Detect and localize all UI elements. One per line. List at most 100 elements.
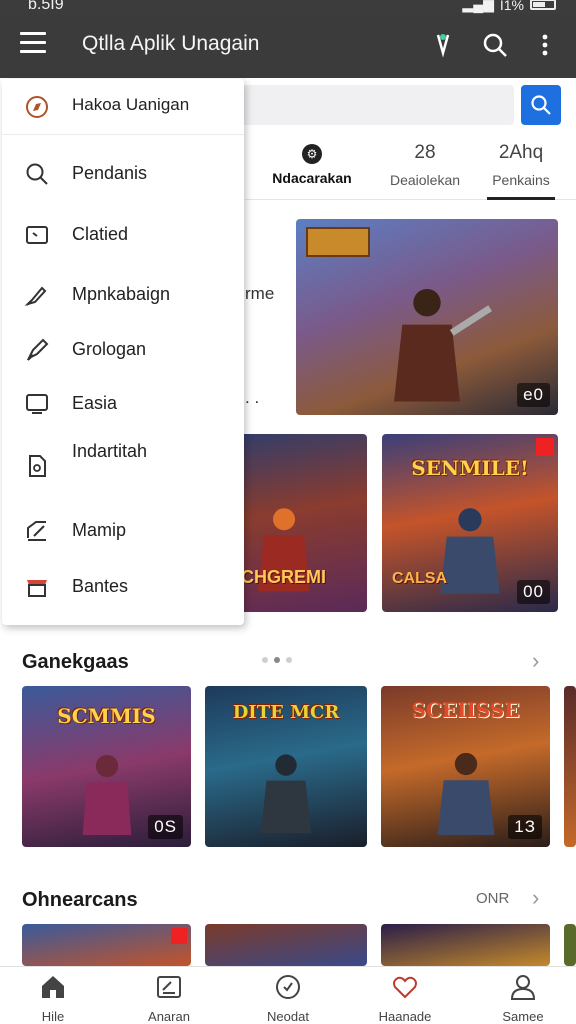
nav-drawer: Hakoa Uanigan Pendanis Clatied Mpnkabaig…: [2, 79, 244, 625]
tab-label: Ndacarakan: [272, 170, 352, 186]
game-logo-icon: [306, 227, 370, 257]
tab-count: 2Ahq: [498, 142, 544, 163]
game-card[interactable]: SCMMIS 0S: [22, 686, 191, 847]
app-title: Qtlla Aplik Unagain: [82, 32, 260, 55]
nav-item-neodat[interactable]: Neodat: [240, 973, 336, 1024]
nav-item-haanade[interactable]: Haanade: [357, 973, 453, 1024]
compass-icon: [26, 96, 48, 118]
signal-icon: ▂▄▆: [462, 0, 494, 12]
drawer-header-label: Hakoa Uanigan: [72, 95, 190, 114]
drawer-item-bantes[interactable]: Bantes: [2, 564, 244, 608]
tab-label: Penkains: [492, 172, 550, 188]
drawer-item-label: Indartitah: [72, 441, 148, 461]
tab-ndacarakan[interactable]: ⚙ Ndacarakan: [259, 134, 365, 200]
nav-label: Neodat: [267, 1009, 309, 1024]
game-artwork: SCMMIS 0S: [22, 686, 191, 847]
drawer-item-label: Grologan: [72, 339, 147, 359]
drawer-item-mpnkabaign[interactable]: Mpnkabaign: [2, 272, 244, 316]
hero-figure-icon: [440, 508, 500, 595]
bookmark-icon: [536, 438, 554, 456]
edit-icon: [27, 521, 46, 541]
game-artwork: e0: [296, 219, 558, 415]
brush-icon: [24, 286, 47, 307]
monitor-icon: [26, 394, 48, 414]
drawer-item-pendanis[interactable]: Pendanis: [2, 151, 244, 195]
home-icon: [42, 976, 64, 998]
pen-icon: [26, 338, 49, 361]
dot-active: [274, 657, 280, 663]
tab-label: Deaiolekan: [389, 172, 461, 188]
card-count: e0: [517, 383, 550, 407]
hero-figure-icon: [437, 753, 494, 836]
nav-item-anaran[interactable]: Anaran: [121, 973, 217, 1024]
drawer-item-clatied[interactable]: Clatied: [2, 212, 244, 256]
tab-bar: ⚙ Ndacarakan 28 Deaiolekan 2Ahq Penkains: [245, 134, 576, 200]
tab-penkains[interactable]: 2Ahq Penkains: [487, 134, 555, 200]
note-icon: [157, 976, 181, 998]
drawer-item-easia[interactable]: Easia: [2, 381, 244, 425]
dot: [286, 657, 292, 663]
menu-icon[interactable]: [20, 32, 46, 54]
bookmark-icon: [171, 928, 187, 944]
game-card-peek[interactable]: [564, 924, 576, 966]
game-card[interactable]: [205, 924, 367, 966]
drawer-item-mamip[interactable]: Mamip: [2, 508, 244, 552]
card-count: 00: [517, 580, 550, 604]
game-card-peek[interactable]: [564, 686, 576, 847]
drawer-item-label: Easia: [72, 393, 118, 413]
card-banner: SENMILE!: [411, 456, 529, 480]
carousel-dots: [262, 657, 292, 663]
bottom-nav: Hile Anaran Neodat Haanade Samee: [0, 966, 576, 1024]
game-card[interactable]: [381, 924, 550, 966]
search-button[interactable]: [521, 85, 561, 125]
tab-badge-icon: ⚙: [302, 144, 322, 164]
drawer-item-label: Mamip: [72, 520, 127, 540]
more-link[interactable]: ONR: [476, 890, 509, 907]
profile-icon: [510, 975, 536, 1000]
drawer-item-label: Clatied: [72, 224, 129, 244]
nav-item-home[interactable]: Hile: [5, 973, 101, 1024]
search-icon[interactable]: [478, 28, 512, 62]
featured-game-card[interactable]: e0: [296, 219, 558, 415]
file-icon: [29, 455, 46, 477]
nav-label: Hile: [41, 1009, 65, 1024]
status-time: b.5I9: [28, 0, 64, 13]
chevron-right-icon[interactable]: ›: [532, 648, 539, 674]
app-bar: Qtlla Aplik Unagain: [0, 14, 576, 78]
hero-figure-icon: [257, 508, 310, 592]
more-vert-icon[interactable]: [528, 28, 562, 62]
game-card[interactable]: SENMILE! CALSA 00: [382, 434, 558, 612]
tab-deaiolekan[interactable]: 28 Deaiolekan: [375, 134, 475, 200]
nav-item-samee[interactable]: Samee: [475, 973, 571, 1024]
chevron-right-icon[interactable]: ›: [532, 885, 539, 911]
card-banner: SCMMIS: [57, 704, 156, 728]
dot: [262, 657, 268, 663]
game-card[interactable]: DITE MCR: [205, 686, 367, 847]
status-bar: b.5I9 ▂▄▆ I1%: [0, 0, 576, 14]
game-artwork: SCEIISSE 1З: [381, 686, 550, 847]
game-card[interactable]: [22, 924, 191, 966]
drawer-item-grologan[interactable]: Grologan: [2, 327, 244, 371]
section-title: Ohnearcans: [22, 889, 138, 911]
drawer-item-label: Mpnkabaign: [72, 284, 171, 304]
peek-text: rme: [245, 284, 275, 303]
search-icon: [26, 163, 48, 185]
status-icons: ▂▄▆ I1%: [462, 0, 556, 13]
tab-count: 28: [414, 142, 436, 163]
drawer-item-indartitah[interactable]: Indartitah: [2, 439, 244, 501]
hero-figure-icon: [260, 754, 312, 834]
tag-icon: [26, 226, 48, 244]
shop-icon: [27, 580, 47, 597]
drawer-header[interactable]: Hakoa Uanigan: [2, 79, 244, 135]
game-artwork: SENMILE! CALSA 00: [382, 434, 558, 612]
game-card[interactable]: SCEIISSE 1З: [381, 686, 550, 847]
drawer-item-label: Bantes: [72, 576, 129, 596]
search-icon: [531, 95, 551, 115]
battery-text: I1%: [499, 0, 524, 13]
peek-dots: . .: [245, 388, 260, 407]
mic-icon[interactable]: [426, 28, 460, 62]
nav-label: Haanade: [378, 1009, 432, 1024]
battery-icon: [530, 0, 556, 10]
card-banner: SCEIISSE: [411, 698, 520, 722]
nav-label: Anaran: [148, 1009, 190, 1024]
